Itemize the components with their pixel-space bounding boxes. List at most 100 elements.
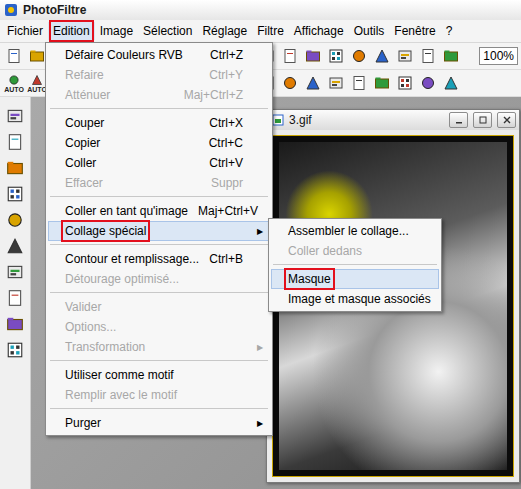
tool-icon (397, 75, 413, 91)
menu-item[interactable]: EffacerSuppr (48, 173, 270, 193)
maximize-icon (479, 116, 487, 124)
toolbar-button[interactable] (440, 45, 462, 67)
menu-item[interactable]: Remplir avec le motif (48, 385, 270, 405)
tool-icon (397, 48, 413, 64)
menu-bar-item[interactable]: Image (95, 22, 138, 40)
menu-bar-item[interactable]: Filtre (252, 22, 289, 40)
minimize-icon (455, 116, 463, 124)
tool-icon (6, 159, 24, 177)
close-icon (503, 116, 511, 124)
tool-icon (374, 48, 390, 64)
close-button[interactable] (497, 112, 516, 128)
tool-button[interactable] (4, 209, 26, 231)
tool-icon (374, 75, 390, 91)
menu-item[interactable]: Valider (48, 297, 270, 317)
toolbar-button[interactable] (417, 45, 439, 67)
menu-bar-item[interactable]: Affichage (289, 22, 349, 40)
toolbar-button[interactable] (279, 45, 301, 67)
tool-icon (6, 133, 24, 151)
toolbar-button[interactable] (325, 72, 347, 94)
submenu-arrow-icon: ▶ (253, 419, 267, 428)
menu-item[interactable]: Assembler le collage... (271, 221, 439, 241)
menu-item[interactable]: CouperCtrl+X (48, 113, 270, 133)
tool-icon (6, 211, 24, 229)
menu-separator (50, 244, 268, 245)
submenu-item[interactable]: Purger▶ (48, 413, 270, 433)
tool-button[interactable] (4, 105, 26, 127)
tool-icon (420, 48, 436, 64)
menu-item[interactable]: Contour et remplissage...Ctrl+B (48, 249, 270, 269)
tool-button[interactable] (4, 235, 26, 257)
tool-button[interactable] (4, 157, 26, 179)
tool-icon (6, 185, 24, 203)
menu-item[interactable]: Défaire Couleurs RVBCtrl+Z (48, 45, 270, 65)
toolbar-button[interactable] (440, 72, 462, 94)
menu-item[interactable]: Options... (48, 317, 270, 337)
menu-item[interactable]: CopierCtrl+C (48, 133, 270, 153)
menu-item[interactable]: Masque (271, 269, 439, 289)
tool-icon (6, 341, 24, 359)
menu-bar-item[interactable]: Fichier (2, 22, 48, 40)
maximize-button[interactable] (473, 112, 492, 128)
submenu-arrow-icon: ▶ (253, 227, 267, 236)
tool-icon (443, 75, 459, 91)
toolbar-button[interactable]: AUTO (3, 72, 25, 94)
menu-bar-item[interactable]: Fenêtre (389, 22, 440, 40)
toolbar-button[interactable] (348, 45, 370, 67)
minimize-button[interactable] (449, 112, 468, 128)
tool-button[interactable] (4, 183, 26, 205)
menu-item[interactable]: Image et masque associés (271, 289, 439, 309)
menu-item[interactable]: Coller en tant qu'imageMaj+Ctrl+V (48, 201, 270, 221)
toolbar-button[interactable] (348, 72, 370, 94)
menu-separator (273, 264, 437, 265)
menu-item[interactable]: Détourage optimisé... (48, 269, 270, 289)
tool-button[interactable] (4, 287, 26, 309)
tool-icon (351, 48, 367, 64)
tool-icon (282, 48, 298, 64)
tool-button[interactable] (4, 131, 26, 153)
menu-item[interactable]: Utiliser comme motif (48, 365, 270, 385)
toolbar-button[interactable] (3, 45, 25, 67)
toolbar-button[interactable] (394, 72, 416, 94)
menu-item[interactable]: Coller dedans (271, 241, 439, 261)
tool-icon (29, 48, 45, 64)
tool-icon (420, 75, 436, 91)
tool-icon (6, 237, 24, 255)
toolbar-button[interactable] (279, 72, 301, 94)
menu-bar-item[interactable]: Sélection (138, 22, 197, 40)
menu-bar-item[interactable]: Outils (349, 22, 390, 40)
toolbar-button[interactable] (371, 72, 393, 94)
toolbar-button[interactable] (394, 45, 416, 67)
tool-icon (6, 48, 22, 64)
tool-button[interactable] (4, 339, 26, 361)
menu-item[interactable]: RefaireCtrl+Y (48, 65, 270, 85)
tool-icon (305, 48, 321, 64)
tool-icon (328, 48, 344, 64)
menu-item[interactable]: CollerCtrl+V (48, 153, 270, 173)
menu-separator (50, 360, 268, 361)
tool-icon (351, 75, 367, 91)
toolbar-button[interactable] (325, 45, 347, 67)
document-title: 3.gif (289, 113, 312, 127)
edit-menu: Défaire Couleurs RVBCtrl+ZRefaireCtrl+YA… (45, 42, 273, 436)
tools-sidebar (0, 97, 31, 489)
submenu-item[interactable]: Collage spécial▶ (48, 221, 270, 241)
tool-button[interactable] (4, 313, 26, 335)
toolbar-button[interactable] (371, 45, 393, 67)
menu-item[interactable]: AtténuerMaj+Ctrl+Z (48, 85, 270, 105)
menu-bar-item[interactable]: ? (441, 22, 458, 40)
tool-icon (8, 74, 20, 86)
toolbar-button[interactable] (302, 72, 324, 94)
auto-badge: AUTO (4, 86, 24, 93)
toolbar-button[interactable] (302, 45, 324, 67)
document-title-bar[interactable]: 3.gif (267, 110, 519, 130)
document-icon (272, 114, 284, 126)
zoom-field[interactable]: 100% (479, 47, 518, 65)
toolbar-button[interactable] (417, 72, 439, 94)
menu-bar-item[interactable]: Réglage (197, 22, 252, 40)
tool-icon (328, 75, 344, 91)
photofiltre-window: PhotoFiltreFichierEditionImageSélectionR… (0, 0, 521, 489)
submenu-item[interactable]: Transformation▶ (48, 337, 270, 357)
menu-bar-item[interactable]: Edition (48, 22, 95, 40)
tool-button[interactable] (4, 261, 26, 283)
